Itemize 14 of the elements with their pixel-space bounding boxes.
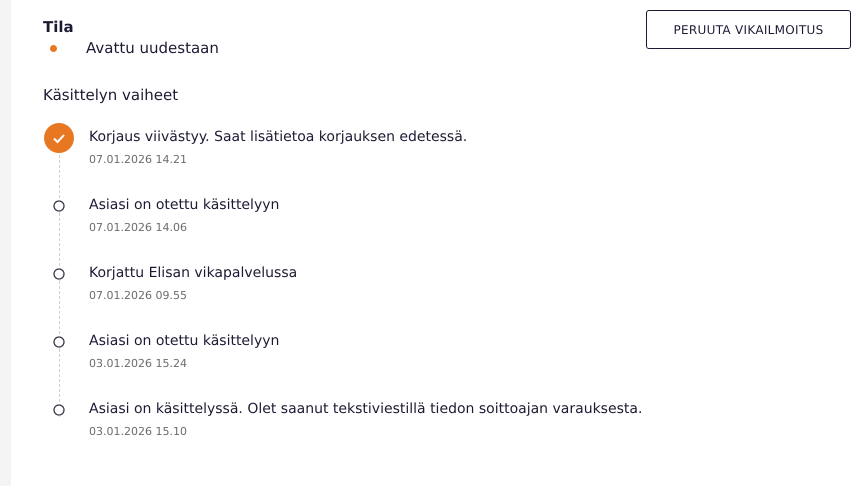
- step-time: 03.01.2026 15.24: [89, 356, 188, 372]
- step-time: 07.01.2026 09.55: [89, 288, 188, 304]
- steps-heading: Käsittelyn vaiheet: [43, 85, 178, 105]
- step-text: Asiasi on otettu käsittelyyn: [89, 332, 280, 351]
- cancel-report-button[interactable]: PERUUTA VIKAILMOITUS: [646, 10, 851, 49]
- step-time: 07.01.2026 14.06: [89, 220, 188, 236]
- step-text: Asiasi on käsittelyssä. Olet saanut tekstiviestillä tiedon soittoajan varauksesta.: [89, 400, 642, 419]
- step-text: Korjattu Elisan vikapalvelussa: [89, 264, 298, 283]
- step-time: 03.01.2026 15.10: [89, 424, 188, 440]
- step-text: Korjaus viivästyy. Saat lisätietoa korjauksen edetessä.: [89, 128, 468, 147]
- step-time: 07.01.2026 14.21: [89, 152, 188, 168]
- step-text: Asiasi on otettu käsittelyyn: [89, 196, 280, 215]
- status-heading: Tila: [43, 17, 74, 37]
- status-value: Avattu uudestaan: [86, 38, 219, 59]
